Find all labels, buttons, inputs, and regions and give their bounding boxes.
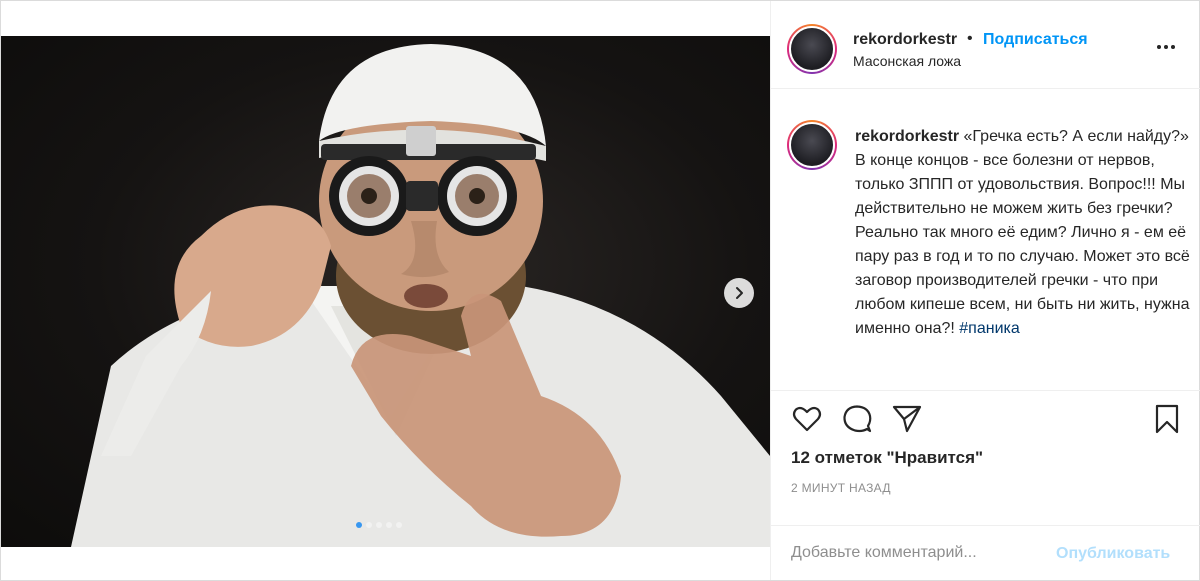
comment-form: Опубликовать bbox=[771, 525, 1200, 581]
post-sidebar: rekordorkestr • Подписаться Масонская ло… bbox=[770, 1, 1200, 580]
more-options-icon[interactable] bbox=[1155, 37, 1177, 57]
carousel-dot bbox=[366, 522, 372, 528]
caption-avatar[interactable] bbox=[787, 120, 837, 170]
carousel-indicator bbox=[356, 522, 402, 528]
avatar[interactable] bbox=[787, 24, 837, 74]
next-slide-button[interactable] bbox=[724, 278, 754, 308]
hashtag-link[interactable]: #паника bbox=[959, 320, 1019, 337]
carousel-dot bbox=[396, 522, 402, 528]
follow-button[interactable]: Подписаться bbox=[983, 31, 1088, 49]
publish-button[interactable]: Опубликовать bbox=[1056, 545, 1170, 563]
comment-icon[interactable] bbox=[841, 403, 873, 435]
separator-bullet: • bbox=[967, 30, 973, 47]
post-timestamp[interactable]: 2 МИНУТ НАЗАД bbox=[791, 481, 891, 495]
carousel-dot bbox=[376, 522, 382, 528]
location-link[interactable]: Масонская ложа bbox=[853, 53, 961, 69]
post-media bbox=[1, 1, 770, 580]
share-icon[interactable] bbox=[891, 403, 923, 435]
post-actions: 12 отметок "Нравится" 2 МИНУТ НАЗАД Опуб… bbox=[771, 390, 1200, 580]
likes-count[interactable]: 12 отметок "Нравится" bbox=[791, 448, 983, 468]
post-header: rekordorkestr • Подписаться Масонская ло… bbox=[771, 1, 1200, 89]
caption-username[interactable]: rekordorkestr bbox=[855, 128, 959, 145]
comment-input[interactable] bbox=[791, 540, 1041, 566]
caption-text: rekordorkestr «Гречка есть? А если найду… bbox=[855, 125, 1193, 341]
instagram-post: rekordorkestr • Подписаться Масонская ло… bbox=[0, 0, 1200, 581]
caption-body: «Гречка есть? А если найду?» В конце кон… bbox=[855, 128, 1190, 337]
caption-section: rekordorkestr «Гречка есть? А если найду… bbox=[771, 90, 1200, 390]
heart-icon[interactable] bbox=[791, 403, 823, 435]
chevron-right-icon bbox=[736, 287, 743, 299]
bookmark-icon[interactable] bbox=[1151, 403, 1183, 435]
doctor-photo-illustration bbox=[71, 44, 770, 547]
carousel-dot-active bbox=[356, 522, 362, 528]
post-photo[interactable] bbox=[1, 36, 770, 547]
carousel-dot bbox=[386, 522, 392, 528]
header-username[interactable]: rekordorkestr bbox=[853, 31, 957, 49]
